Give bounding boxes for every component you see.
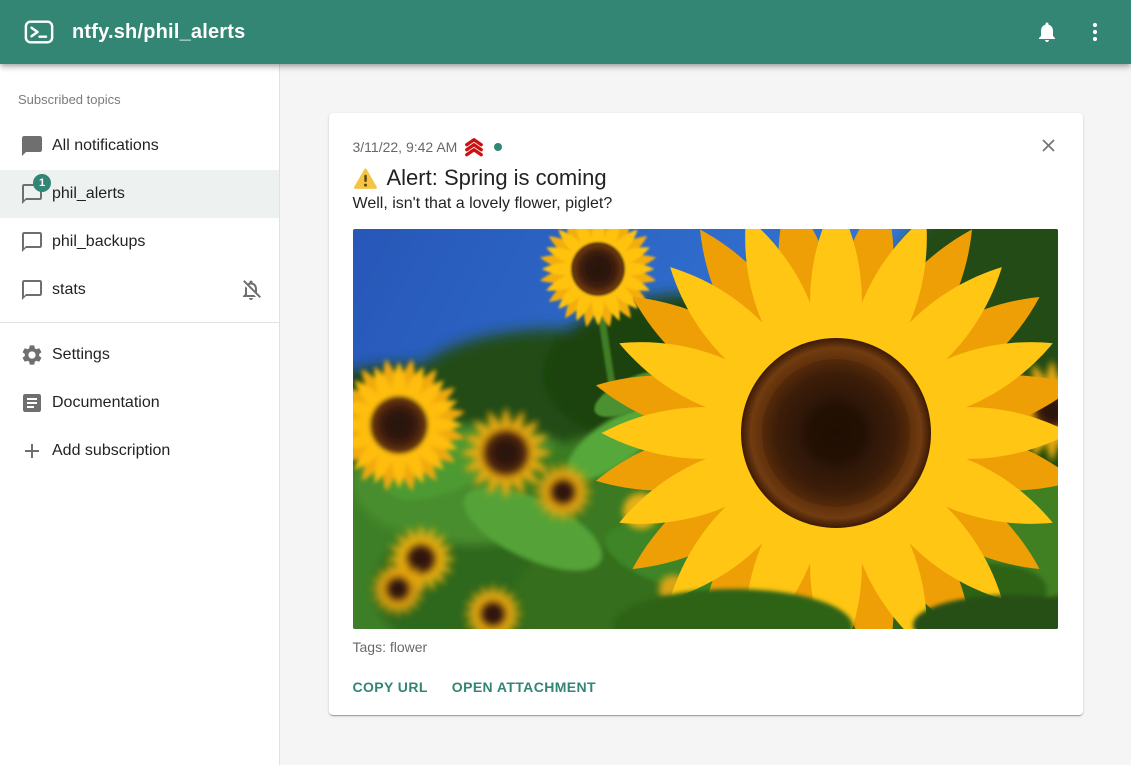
sidebar-item-all-notifications[interactable]: All notifications: [0, 122, 279, 170]
unread-dot: [494, 143, 502, 151]
main-content: 3/11/22, 9:42 AM Alert: Spring is coming…: [280, 64, 1131, 765]
close-notification-button[interactable]: [1031, 127, 1067, 163]
notification-meta-row: 3/11/22, 9:42 AM: [353, 137, 1059, 157]
notification-timestamp: 3/11/22, 9:42 AM: [353, 139, 458, 155]
kebab-menu-button[interactable]: [1071, 8, 1119, 56]
copy-url-button[interactable]: COPY URL: [345, 671, 436, 703]
chat-outline-icon: [20, 230, 44, 254]
sidebar-item-label: Settings: [51, 346, 110, 364]
notification-title: Alert: Spring is coming: [387, 165, 607, 191]
notification-body: Well, isn't that a lovely flower, piglet…: [353, 195, 1059, 213]
sidebar-item-label: All notifications: [51, 137, 159, 155]
notification-tags: Tags: flower: [353, 639, 1059, 655]
warning-icon: [353, 167, 378, 190]
notifications-bell-button[interactable]: [1023, 8, 1071, 56]
article-icon: [20, 391, 44, 415]
sidebar-item-stats[interactable]: stats: [0, 266, 279, 314]
bell-icon: [1035, 20, 1059, 44]
notification-actions: COPY URL OPEN ATTACHMENT: [345, 671, 1059, 703]
kebab-menu-icon: [1083, 20, 1107, 44]
notification-title-row: Alert: Spring is coming: [353, 165, 1059, 191]
priority-high-icon: [463, 137, 485, 157]
notification-card: 3/11/22, 9:42 AM Alert: Spring is coming…: [329, 113, 1083, 715]
bell-off-icon: [239, 278, 263, 302]
open-attachment-button[interactable]: OPEN ATTACHMENT: [444, 671, 604, 703]
sidebar-item-phil-alerts[interactable]: 1 phil_alerts: [0, 170, 279, 218]
chat-outline-icon: [20, 278, 44, 302]
sidebar-item-phil-backups[interactable]: phil_backups: [0, 218, 279, 266]
sidebar-item-settings[interactable]: Settings: [0, 331, 279, 379]
close-icon: [1038, 135, 1059, 156]
sidebar-item-label: phil_backups: [51, 233, 145, 251]
sidebar-item-label: Documentation: [51, 394, 160, 412]
gear-icon: [20, 343, 44, 367]
terminal-logo: [24, 17, 54, 47]
appbar: ntfy.sh/phil_alerts: [0, 0, 1131, 64]
sidebar-item-documentation[interactable]: Documentation: [0, 379, 279, 427]
unread-count-badge: 1: [33, 174, 51, 192]
chat-outline-icon: 1: [20, 182, 44, 206]
plus-icon: [20, 439, 44, 463]
sidebar-item-label: Add subscription: [51, 442, 170, 460]
sidebar-item-label: stats: [51, 281, 86, 299]
attachment-image[interactable]: [353, 229, 1058, 629]
page-title: ntfy.sh/phil_alerts: [72, 21, 1023, 44]
sidebar-item-add-subscription[interactable]: Add subscription: [0, 427, 279, 475]
sidebar-item-label: phil_alerts: [51, 185, 125, 203]
sidebar-divider: [0, 322, 279, 323]
subscribed-topics-label: Subscribed topics: [0, 64, 279, 122]
sidebar: Subscribed topics All notifications 1 ph…: [0, 64, 280, 765]
chat-filled-icon: [20, 134, 44, 158]
